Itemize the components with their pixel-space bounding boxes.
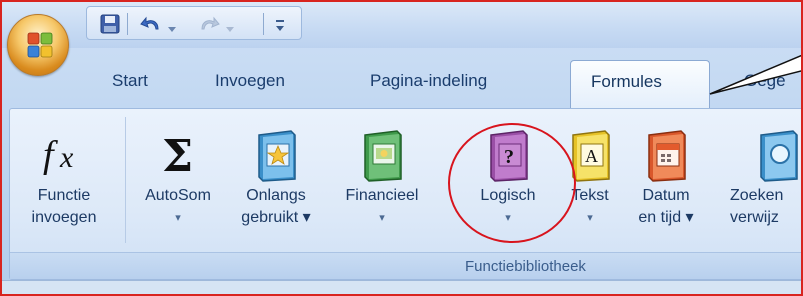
ribbon-tabs: Start Invoegen Pagina-indeling Formules …: [2, 57, 801, 110]
redo-icon: [201, 16, 220, 30]
svg-text:Σ: Σ: [162, 131, 193, 179]
fx-icon: f x: [43, 134, 74, 176]
office-button[interactable]: [7, 14, 69, 76]
group-label-function-library: Functiebibliotheek: [465, 258, 586, 275]
undo-dropdown-icon[interactable]: [167, 19, 177, 41]
svg-text:A: A: [585, 146, 598, 166]
tab-formules[interactable]: Formules: [570, 60, 710, 110]
financial-label: Financieel: [345, 187, 419, 204]
date-time-label-1: Datum: [642, 187, 690, 204]
book-star-icon: [258, 130, 296, 182]
save-icon[interactable]: [99, 13, 121, 35]
lookup-reference-label-1: Zoeken: [730, 187, 784, 204]
recently-used-button[interactable]: Onlangs gebruikt ▾: [226, 109, 326, 249]
sigma-icon: Σ: [162, 131, 193, 179]
book-search-icon: [760, 130, 798, 182]
date-time-button[interactable]: Datum en tijd ▾: [624, 109, 708, 249]
financial-button[interactable]: Financieel ▾: [332, 109, 432, 249]
lookup-reference-button[interactable]: Zoeken verwijz: [726, 109, 801, 249]
quick-access-toolbar: [86, 6, 302, 40]
tab-gegevens[interactable]: Gege: [744, 71, 786, 91]
autosum-label: AutoSom: [145, 187, 211, 204]
svg-text:x: x: [59, 141, 74, 174]
book-money-icon: [364, 130, 402, 182]
insert-function-button[interactable]: f x Functie invoegen: [10, 109, 118, 249]
book-calendar-icon: [648, 130, 686, 182]
financial-dropdown[interactable]: ▾: [332, 207, 432, 229]
qat-separator: [263, 13, 264, 35]
highlight-circle: [448, 123, 576, 243]
tab-pagina-indeling[interactable]: Pagina-indeling: [370, 71, 487, 91]
customize-qat-icon[interactable]: [273, 15, 287, 37]
ribbon-separator: [125, 117, 126, 243]
ribbon-panel: f x Functie invoegen Σ AutoSom ▾ Onlangs…: [9, 108, 801, 280]
recently-used-label-1: Onlangs: [246, 187, 306, 204]
redo-dropdown-icon: [226, 27, 234, 32]
autosum-dropdown[interactable]: ▾: [130, 207, 226, 229]
undo-icon[interactable]: [139, 13, 163, 35]
insert-function-label-2: invoegen: [31, 209, 97, 226]
title-bar: [2, 2, 801, 48]
formula-bar-edge: [2, 280, 801, 294]
group-footer: Functiebibliotheek: [10, 252, 801, 279]
lookup-reference-label-2: verwijz: [730, 209, 779, 226]
insert-function-label-1: Functie: [37, 187, 91, 204]
svg-text:f: f: [43, 134, 58, 176]
recently-used-label-2: gebruikt ▾: [241, 209, 311, 226]
office-logo-icon: [27, 32, 53, 58]
tab-invoegen[interactable]: Invoegen: [215, 71, 285, 91]
excel-window: Start Invoegen Pagina-indeling Formules …: [0, 0, 803, 296]
tab-start[interactable]: Start: [112, 71, 148, 91]
qat-separator: [127, 13, 128, 35]
autosum-button[interactable]: Σ AutoSom ▾: [130, 109, 226, 249]
tab-formules-label: Formules: [591, 72, 662, 91]
date-time-label-2: en tijd ▾: [638, 209, 694, 226]
